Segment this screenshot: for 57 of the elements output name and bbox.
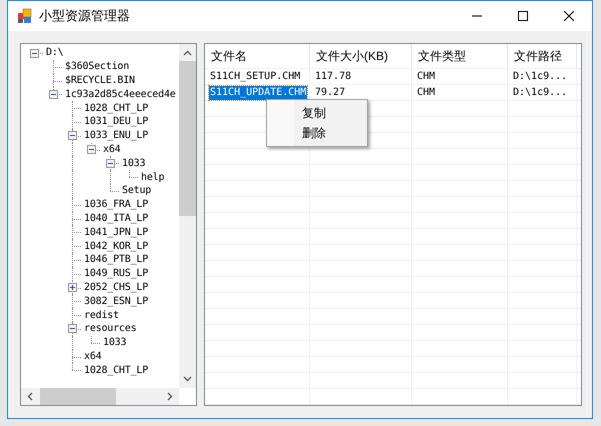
scroll-down-icon[interactable] xyxy=(183,376,192,382)
tree-item[interactable]: 1033 xyxy=(103,336,126,350)
table-cell: 79.27 xyxy=(314,86,346,100)
scrollbar-thumb[interactable] xyxy=(40,388,116,405)
menu-item[interactable]: 复制 xyxy=(302,105,326,121)
column-header[interactable]: 文件名 xyxy=(205,44,310,68)
tree-item[interactable]: help xyxy=(141,170,164,184)
vertical-scrollbar[interactable] xyxy=(179,44,196,388)
tree-item[interactable]: Setup xyxy=(122,184,152,198)
tree-item[interactable]: 1046_PTB_LP xyxy=(84,253,148,266)
table-cell: 117.78 xyxy=(314,70,352,84)
scroll-right-icon[interactable] xyxy=(167,392,173,401)
tree-item[interactable]: 2052_CHS_LP xyxy=(84,280,148,294)
collapse-icon[interactable] xyxy=(68,324,77,334)
window-title: 小型资源管理器 xyxy=(39,7,130,26)
collapse-icon[interactable] xyxy=(30,48,39,58)
tree-item[interactable]: D:\ xyxy=(46,46,64,60)
maximize-icon xyxy=(518,11,528,21)
scrollbar-thumb[interactable] xyxy=(179,61,196,216)
tree-item[interactable]: 1031_DEU_LP xyxy=(84,115,148,128)
table-cell: S11CH_UPDATE.CHM xyxy=(209,86,308,100)
table-cell: S11CH_SETUP.CHM xyxy=(209,70,302,84)
tree-item[interactable]: $RECYCLE.BIN xyxy=(65,74,135,87)
table-cell: D:\1c9... xyxy=(512,86,568,100)
tree-item[interactable]: 1028_CHT_LP xyxy=(84,102,148,115)
collapse-icon[interactable] xyxy=(87,145,96,154)
collapse-icon[interactable] xyxy=(68,131,77,140)
menu-item[interactable]: 删除 xyxy=(302,125,326,141)
tree-item[interactable]: x64 xyxy=(84,350,102,363)
scroll-up-icon[interactable] xyxy=(183,50,192,56)
tree-item[interactable]: 1028_CHT_LP xyxy=(84,364,148,377)
tree-item[interactable]: 1049_RUS_LP xyxy=(84,267,148,280)
tree-item[interactable]: 1c93a2d85c4eeeced4e xyxy=(65,88,176,101)
close-icon xyxy=(564,11,574,21)
tree-item[interactable]: redist xyxy=(84,308,119,322)
app-icon xyxy=(17,8,33,24)
tree-item[interactable]: resources xyxy=(84,322,136,336)
collapse-icon[interactable] xyxy=(49,90,58,99)
table-cell: CHM xyxy=(416,70,436,84)
tree-item[interactable]: 1042_KOR_LP xyxy=(84,240,148,253)
expand-icon[interactable] xyxy=(68,283,77,292)
tree-item[interactable]: 3082_ESN_LP xyxy=(84,294,148,308)
column-header[interactable]: 文件类型 xyxy=(412,44,508,68)
horizontal-scrollbar[interactable] xyxy=(21,388,179,405)
tree-item[interactable]: 1041_JPN_LP xyxy=(84,226,148,239)
table-cell: D:\1c9... xyxy=(512,70,568,84)
tree-item[interactable]: x64 xyxy=(103,142,120,156)
tree-item[interactable]: 1033 xyxy=(122,156,146,170)
tree-item[interactable]: 1036_FRA_LP xyxy=(84,198,148,212)
tree-item[interactable]: $360Section xyxy=(65,60,130,74)
column-header[interactable]: 文件大小(KB) xyxy=(310,44,412,68)
column-header[interactable]: 文件路径 xyxy=(508,44,577,68)
collapse-icon[interactable] xyxy=(106,158,115,168)
scroll-left-icon[interactable] xyxy=(27,392,33,401)
tree-item[interactable]: 1040_ITA_LP xyxy=(84,212,148,225)
tree-item[interactable]: 1033_ENU_LP xyxy=(84,129,148,142)
table-cell: CHM xyxy=(416,86,436,100)
